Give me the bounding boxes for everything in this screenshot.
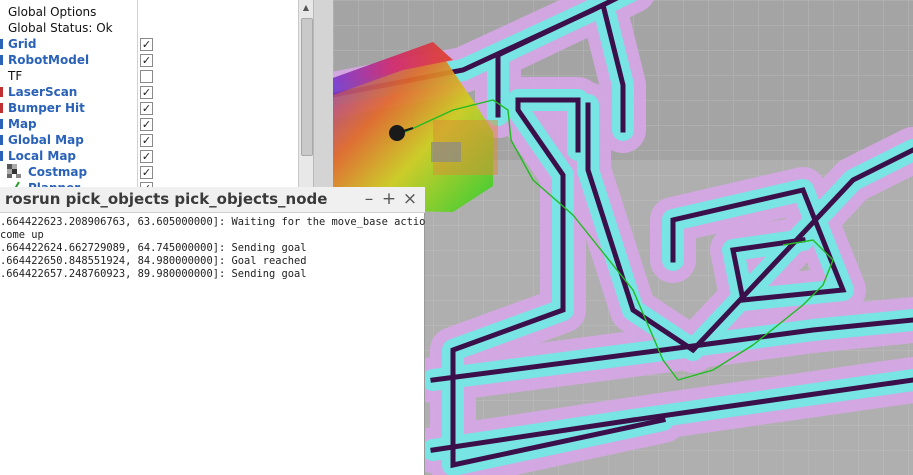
laserscan-checkbox[interactable]: ✓ — [140, 86, 153, 99]
terminal-line: come up — [0, 229, 44, 241]
tree-row-global-map[interactable]: Global Map ✓ — [0, 132, 298, 148]
terminal-window[interactable]: rosrun pick_objects pick_objects_node – … — [0, 187, 425, 475]
robotmodel-checkbox[interactable]: ✓ — [140, 54, 153, 67]
tree-row-robotmodel[interactable]: RobotModel ✓ — [0, 52, 298, 68]
tree-row-label: Global Options — [8, 5, 97, 19]
tree-row-label: RobotModel — [8, 53, 90, 67]
display-type-icon — [0, 87, 3, 97]
tree-row-global-options[interactable]: Global Options — [0, 4, 298, 20]
scrollbar-thumb[interactable] — [301, 18, 313, 156]
maximize-icon[interactable]: + — [380, 189, 398, 209]
local-costmap-cutout — [431, 142, 461, 162]
terminal-line: .664422624.662729089, 64.745000000]: Sen… — [0, 242, 307, 254]
map-checkbox[interactable]: ✓ — [140, 118, 153, 131]
tree-row-label: Bumper Hit — [8, 101, 85, 115]
display-type-icon — [0, 119, 3, 129]
tree-row-bumper-hit[interactable]: Bumper Hit ✓ — [0, 100, 298, 116]
display-type-icon — [0, 151, 3, 161]
tree-row-laserscan[interactable]: LaserScan ✓ — [0, 84, 298, 100]
tree-row-costmap[interactable]: Costmap ✓ — [0, 164, 298, 180]
grid-checkbox[interactable]: ✓ — [140, 38, 153, 51]
terminal-line: .664422623.208906763, 63.605000000]: Wai… — [0, 216, 425, 228]
scroll-up-arrow-icon[interactable]: ▲ — [301, 2, 311, 14]
costmap-checkbox[interactable]: ✓ — [140, 166, 153, 179]
tree-row-global-status[interactable]: Global Status: Ok — [0, 20, 298, 36]
display-type-icon — [0, 135, 3, 145]
tree-row-label: Grid — [8, 37, 37, 51]
displays-scrollbar[interactable]: ▲ — [298, 0, 313, 200]
global-map-checkbox[interactable]: ✓ — [140, 134, 153, 147]
local-map-checkbox[interactable]: ✓ — [140, 150, 153, 163]
display-type-icon — [0, 39, 3, 49]
terminal-line: .664422657.248760923, 89.980000000]: Sen… — [0, 268, 307, 280]
close-icon[interactable]: × — [401, 189, 419, 209]
display-type-icon — [0, 103, 3, 113]
terminal-output[interactable]: .664422623.208906763, 63.605000000]: Wai… — [0, 213, 425, 475]
tree-row-label: Costmap — [28, 165, 88, 179]
displays-panel: Global Options Global Status: Ok Grid ✓ … — [0, 0, 314, 200]
terminal-title: rosrun pick_objects pick_objects_node — [5, 190, 328, 208]
tree-row-label: Map — [8, 117, 37, 131]
costmap-icon — [7, 164, 21, 178]
minimize-icon[interactable]: – — [360, 189, 378, 209]
tree-row-tf[interactable]: TF — [0, 68, 298, 84]
bumper-hit-checkbox[interactable]: ✓ — [140, 102, 153, 115]
tree-row-local-map[interactable]: Local Map ✓ — [0, 148, 298, 164]
tree-row-grid[interactable]: Grid ✓ — [0, 36, 298, 52]
tree-row-label: LaserScan — [8, 85, 78, 99]
tf-checkbox[interactable] — [140, 70, 153, 83]
tree-row-label: TF — [8, 69, 23, 83]
display-type-icon — [0, 55, 3, 65]
tree-row-map[interactable]: Map ✓ — [0, 116, 298, 132]
terminal-line: .664422650.848551924, 84.980000000]: Goa… — [0, 255, 307, 267]
tree-row-label: Global Status: Ok — [8, 21, 113, 35]
tree-row-label: Local Map — [8, 149, 77, 163]
tree-row-label: Global Map — [8, 133, 84, 147]
terminal-titlebar[interactable]: rosrun pick_objects pick_objects_node – … — [0, 187, 425, 213]
